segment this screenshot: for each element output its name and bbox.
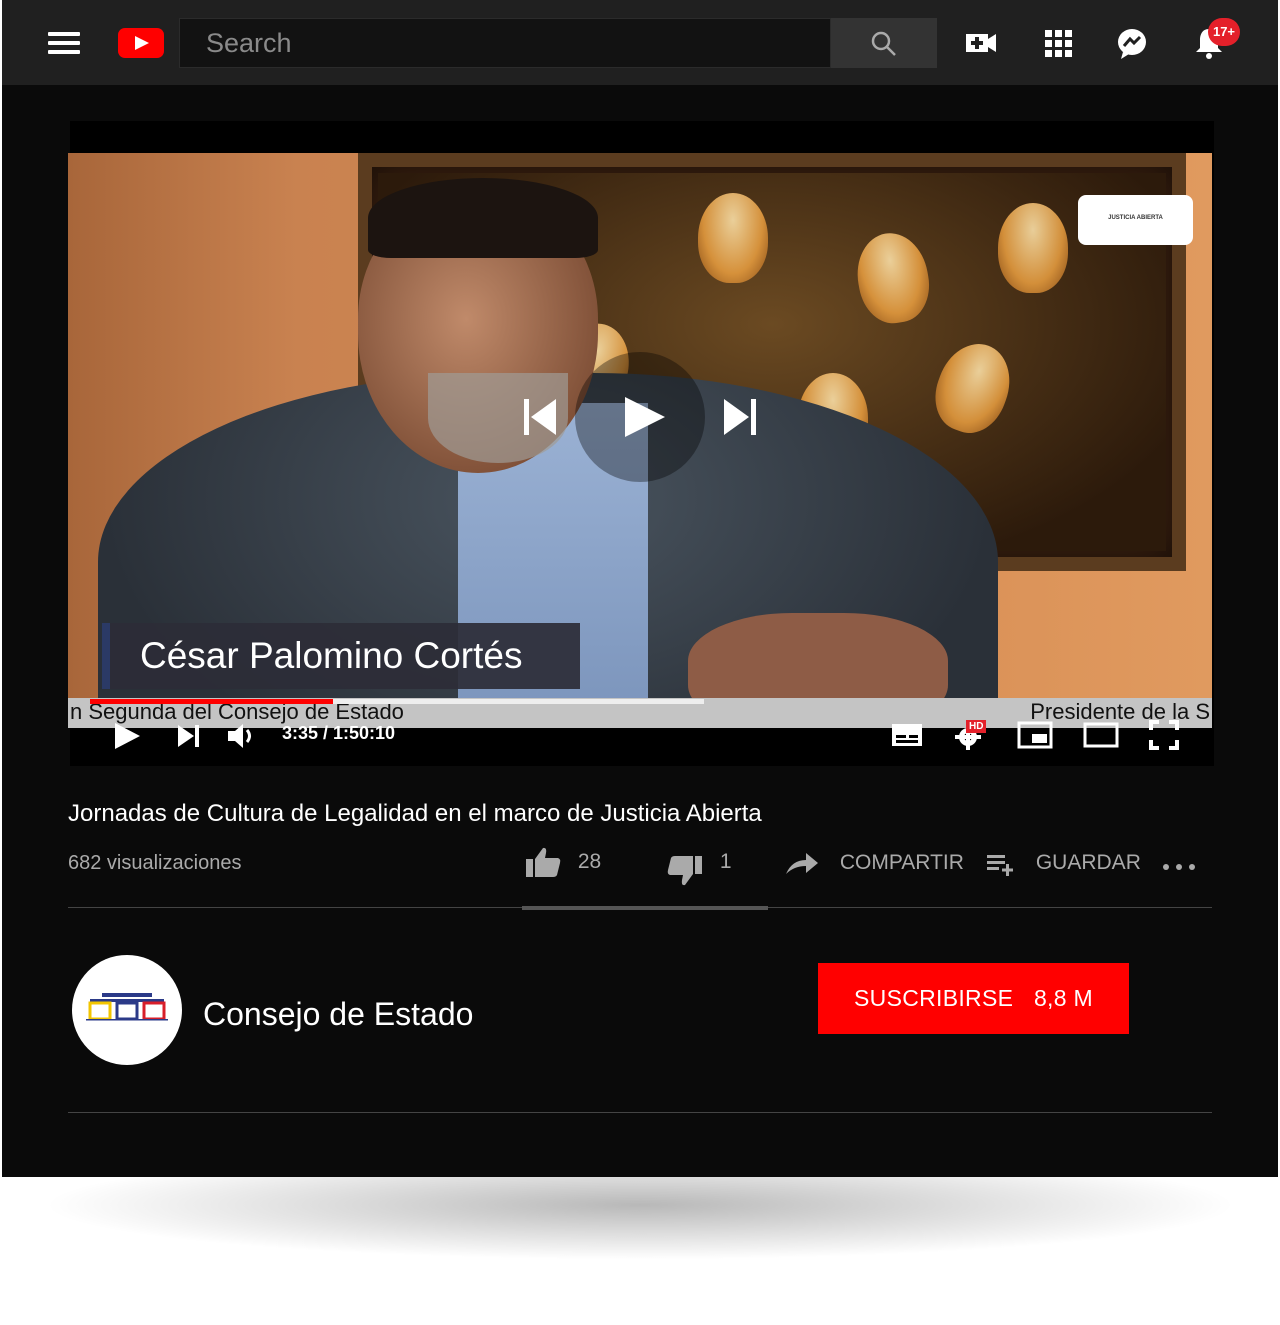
like-button[interactable]: 28 <box>524 845 601 879</box>
dislike-count: 1 <box>719 850 732 873</box>
dislike-button[interactable]: 1 <box>666 850 732 888</box>
channel-avatar[interactable] <box>72 955 182 1065</box>
apps-grid-icon[interactable] <box>1041 26 1075 60</box>
search-button[interactable] <box>831 18 937 68</box>
theater-mode-icon[interactable] <box>1082 720 1120 750</box>
thumbs-up-icon <box>526 847 561 877</box>
next-icon[interactable] <box>176 722 202 750</box>
fullscreen-icon[interactable] <box>1148 719 1180 751</box>
save-label: GUARDAR <box>1035 850 1141 874</box>
justicia-abierta-watermark: JUSTICIA ABIERTA <box>1078 195 1193 245</box>
more-options-icon[interactable] <box>1162 862 1196 872</box>
play-icon[interactable] <box>112 720 142 752</box>
top-bar: Search 17+ <box>2 0 1278 85</box>
progress-fill <box>90 699 334 704</box>
next-video-icon[interactable] <box>722 397 758 437</box>
hd-badge: HD <box>966 720 987 733</box>
youtube-logo[interactable] <box>118 28 164 58</box>
speaker-hand <box>688 613 948 698</box>
notifications-badge: 17+ <box>1208 18 1240 46</box>
messages-icon[interactable] <box>1115 26 1149 60</box>
speaker-hair <box>368 178 598 258</box>
volume-icon[interactable] <box>226 720 258 752</box>
share-label: COMPARTIR <box>839 850 964 874</box>
save-button[interactable]: GUARDAR <box>986 850 1141 876</box>
subscribe-button[interactable]: SUSCRIBIRSE 8,8 M <box>818 963 1129 1034</box>
consejo-de-estado-logo <box>86 993 168 1021</box>
create-video-icon[interactable] <box>964 26 998 60</box>
time-display: 3:35 / 1:50:10 <box>282 723 396 743</box>
add-to-playlist-icon <box>987 855 1013 876</box>
player-controls: 3:35 / 1:50:10 HD <box>68 714 1212 762</box>
video-title: Jornadas de Cultura de Legalidad en el m… <box>68 800 762 827</box>
miniplayer-icon[interactable] <box>1016 720 1054 750</box>
subscribe-label: SUSCRIBIRSE <box>854 985 1014 1011</box>
channel-name[interactable]: Consejo de Estado <box>203 996 473 1033</box>
channel-divider <box>68 1112 1212 1113</box>
big-play-button[interactable] <box>575 352 705 482</box>
share-arrow-icon <box>786 853 818 874</box>
like-ratio-bar <box>522 906 768 910</box>
previous-video-icon[interactable] <box>522 397 558 437</box>
thumbs-down-icon <box>667 856 702 886</box>
subtitles-icon[interactable] <box>890 720 924 750</box>
view-count: 682 visualizaciones <box>68 852 242 874</box>
search-input[interactable]: Search <box>179 18 831 68</box>
menu-icon[interactable] <box>48 32 80 54</box>
progress-bar[interactable] <box>90 699 704 704</box>
share-button[interactable]: COMPARTIR <box>784 850 964 876</box>
like-count: 28 <box>577 849 602 873</box>
search-icon <box>871 31 896 56</box>
subscriber-count: 8,8 M <box>1033 985 1093 1011</box>
speaker-name-caption: César Palomino Cortés <box>102 623 580 689</box>
